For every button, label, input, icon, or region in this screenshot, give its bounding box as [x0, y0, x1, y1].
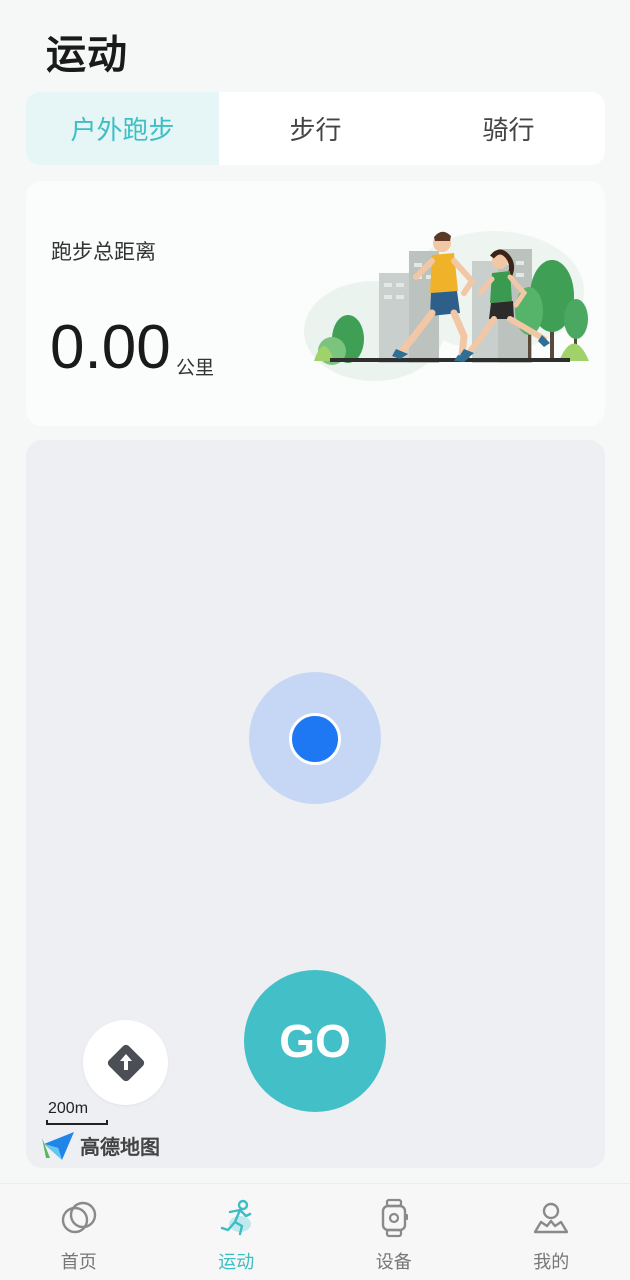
nav-label-sport: 运动 — [218, 1252, 255, 1273]
turn-direction-icon — [107, 1044, 144, 1081]
nav-item-sport[interactable]: 运动 — [158, 1184, 316, 1280]
runners-illustration — [304, 231, 589, 381]
nav-item-mine[interactable]: 我的 — [473, 1184, 630, 1280]
tab-outdoor-run[interactable]: 户外跑步 — [26, 92, 219, 165]
navigation-button[interactable] — [83, 1020, 168, 1105]
tab-cycling[interactable]: 骑行 — [412, 92, 605, 165]
sport-type-tabs: 户外跑步 步行 骑行 — [26, 92, 605, 165]
current-location-marker — [289, 713, 341, 765]
amap-logo-icon — [42, 1132, 74, 1160]
map-view[interactable]: GO 200m 高德地图 — [26, 440, 605, 1168]
profile-icon — [534, 1202, 569, 1234]
nav-item-device[interactable]: 设备 — [315, 1184, 473, 1280]
nav-label-device: 设备 — [375, 1252, 412, 1273]
home-circles-icon — [61, 1201, 96, 1234]
nav-label-mine: 我的 — [533, 1252, 570, 1273]
map-scale-label: 200m — [48, 1100, 89, 1117]
distance-summary-card: 跑步总距离 0.00 公里 — [26, 181, 605, 426]
nav-label-home: 首页 — [60, 1252, 97, 1273]
distance-unit: 公里 — [176, 357, 215, 379]
distance-label: 跑步总距离 — [51, 240, 156, 264]
watch-icon — [381, 1198, 408, 1238]
tab-walk[interactable]: 步行 — [219, 92, 412, 165]
map-provider-logo: 高德地图 — [42, 1128, 160, 1162]
distance-value: 0.00 — [50, 313, 171, 382]
runner-icon — [221, 1199, 252, 1236]
map-scale-bar — [46, 1120, 108, 1125]
map-logo-text: 高德地图 — [80, 1134, 160, 1159]
bottom-navigation: 首页 运动 设备 我的 — [0, 1183, 630, 1280]
page-title: 运动 — [46, 32, 128, 78]
go-start-button[interactable]: GO — [244, 970, 386, 1112]
nav-item-home[interactable]: 首页 — [0, 1184, 158, 1280]
